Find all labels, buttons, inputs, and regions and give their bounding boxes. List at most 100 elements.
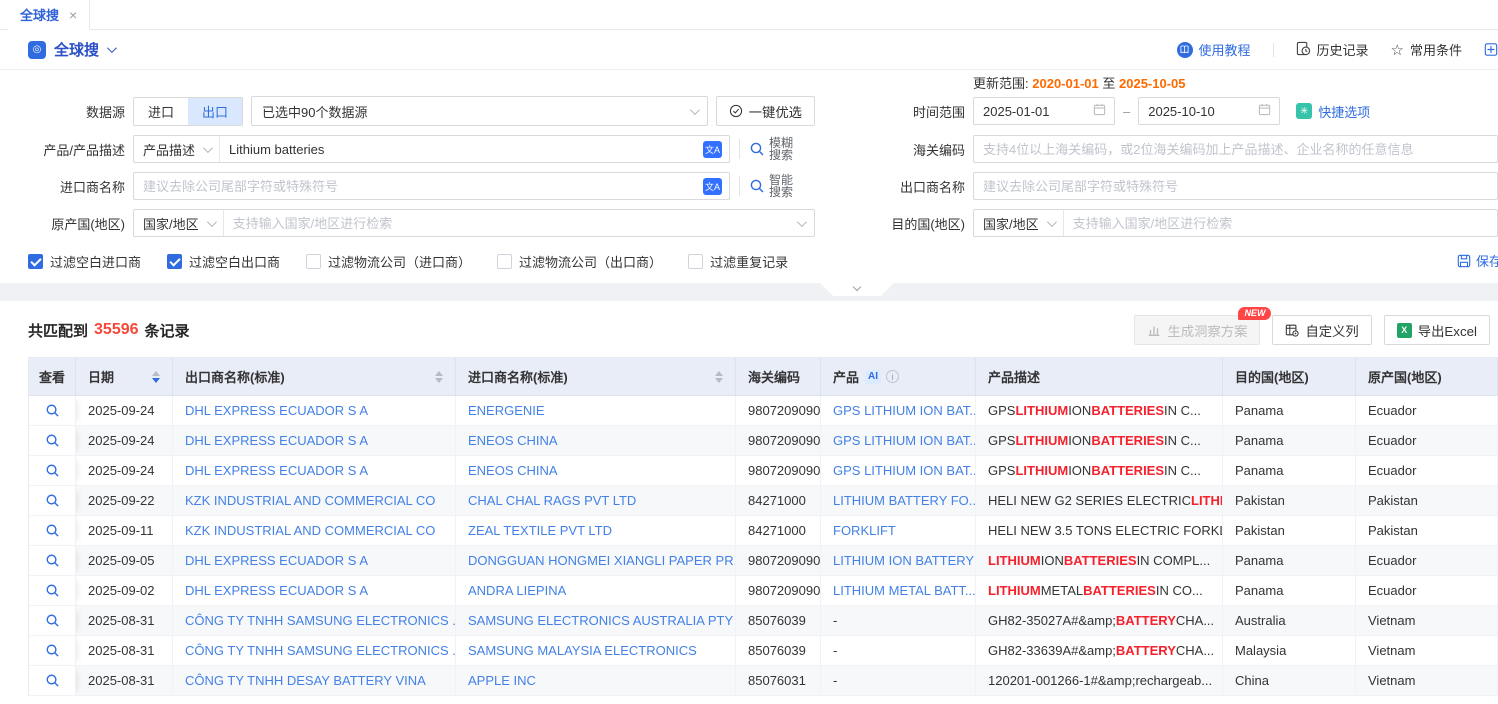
col-date[interactable]: 日期: [76, 358, 173, 396]
importer-link[interactable]: ZEAL TEXTILE PVT LTD: [456, 516, 736, 546]
data-source-dropdown[interactable]: 已选中90个数据源: [252, 97, 707, 125]
filter-checkbox[interactable]: 过滤物流公司（进口商）: [306, 252, 471, 271]
product-link[interactable]: -: [821, 636, 976, 666]
importer-link[interactable]: SAMSUNG ELECTRONICS AUSTRALIA PTY: [456, 606, 736, 636]
divider: [1273, 43, 1274, 57]
checkbox-icon[interactable]: [28, 254, 43, 269]
view-record-button[interactable]: [29, 516, 76, 546]
chevron-down-icon: [797, 217, 807, 227]
quick-options-button[interactable]: ✳ 快捷选项: [1296, 102, 1370, 121]
close-icon[interactable]: ×: [69, 7, 77, 23]
filter-checkbox[interactable]: 过滤重复记录: [688, 252, 788, 271]
product-link[interactable]: GPS LITHIUM ION BAT...: [821, 456, 976, 486]
importer-link[interactable]: APPLE INC: [456, 666, 736, 696]
checkbox-icon[interactable]: [688, 254, 703, 269]
product-link[interactable]: -: [821, 666, 976, 696]
filter-checkbox[interactable]: 过滤空白出口商: [167, 252, 280, 271]
importer-link[interactable]: SAMSUNG MALAYSIA ELECTRONICS: [456, 636, 736, 666]
product-link[interactable]: LITHIUM METAL BATT...: [821, 576, 976, 606]
view-record-button[interactable]: [29, 426, 76, 456]
product-link[interactable]: LITHIUM ION BATTERY: [821, 546, 976, 576]
history-button[interactable]: 历史记录: [1296, 40, 1369, 59]
exporter-input[interactable]: [974, 173, 1497, 199]
origin-cell: Ecuador: [1356, 456, 1498, 486]
hs-code-input[interactable]: [974, 136, 1497, 162]
view-record-button[interactable]: [29, 396, 76, 426]
tab-global-search[interactable]: 全球搜 ×: [8, 0, 90, 30]
origin-type-select[interactable]: 国家/地区: [134, 210, 224, 236]
exporter-link[interactable]: CÔNG TY TNHH SAMSUNG ELECTRONICS ...: [173, 636, 456, 666]
product-label: 产品/产品描述: [0, 140, 133, 159]
date-to-field[interactable]: [1138, 97, 1280, 125]
translate-icon[interactable]: 文A: [703, 141, 722, 158]
one-click-optimize-button[interactable]: 一键优选: [716, 96, 815, 126]
importer-link[interactable]: CHAL CHAL RAGS PVT LTD: [456, 486, 736, 516]
view-record-button[interactable]: [29, 636, 76, 666]
product-link[interactable]: -: [821, 606, 976, 636]
collapse-form-button[interactable]: [820, 283, 894, 296]
importer-link[interactable]: DONGGUAN HONGMEI XIANGLI PAPER PR...: [456, 546, 736, 576]
translate-icon[interactable]: 文A: [703, 178, 722, 195]
col-exporter[interactable]: 出口商名称(标准): [173, 358, 456, 396]
info-icon[interactable]: i: [886, 370, 899, 383]
origin-cell: Ecuador: [1356, 396, 1498, 426]
exporter-link[interactable]: CÔNG TY TNHH DESAY BATTERY VINA: [173, 666, 456, 696]
product-link[interactable]: GPS LITHIUM ION BAT...: [821, 426, 976, 456]
product-link[interactable]: FORKLIFT: [821, 516, 976, 546]
export-toggle[interactable]: 出口: [188, 98, 242, 125]
exporter-link[interactable]: KZK INDUSTRIAL AND COMMERCIAL CO: [173, 486, 456, 516]
tutorial-button[interactable]: 使用教程: [1177, 40, 1251, 59]
view-record-button[interactable]: [29, 456, 76, 486]
checkbox-icon[interactable]: [306, 254, 321, 269]
exporter-link[interactable]: DHL EXPRESS ECUADOR S A: [173, 396, 456, 426]
exporter-link[interactable]: DHL EXPRESS ECUADOR S A: [173, 576, 456, 606]
view-record-button[interactable]: [29, 666, 76, 696]
date-to-input[interactable]: [1139, 98, 1258, 124]
view-record-button[interactable]: [29, 576, 76, 606]
destination-country-input[interactable]: [1064, 210, 1497, 236]
importer-label: 进口商名称: [0, 177, 133, 196]
date-from-field[interactable]: [973, 97, 1115, 125]
exporter-link[interactable]: DHL EXPRESS ECUADOR S A: [173, 546, 456, 576]
view-record-button[interactable]: [29, 486, 76, 516]
importer-link[interactable]: ANDRA LIEPINA: [456, 576, 736, 606]
export-excel-button[interactable]: X 导出Excel: [1384, 315, 1490, 345]
product-link[interactable]: LITHIUM BATTERY FO...: [821, 486, 976, 516]
import-toggle[interactable]: 进口: [134, 98, 188, 125]
product-link[interactable]: GPS LITHIUM ION BAT...: [821, 396, 976, 426]
col-importer[interactable]: 进口商名称(标准): [456, 358, 736, 396]
destination-type-select[interactable]: 国家/地区: [974, 210, 1064, 236]
table-row: 2025-08-31 CÔNG TY TNHH DESAY BATTERY VI…: [29, 666, 1498, 696]
product-input[interactable]: [220, 136, 703, 162]
checkbox-icon[interactable]: [497, 254, 512, 269]
fuzzy-search-button[interactable]: 模糊搜索: [739, 137, 815, 161]
exporter-label: 出口商名称: [815, 177, 973, 196]
excel-icon: X: [1397, 323, 1412, 338]
generate-insight-button[interactable]: 生成洞察方案 NEW: [1134, 315, 1260, 345]
filter-row: 过滤空白进口商 过滤空白出口商 过滤物流公司（进口商） 过滤物流公司（出口商） …: [28, 251, 1498, 271]
importer-input[interactable]: [134, 173, 703, 199]
exporter-link[interactable]: KZK INDUSTRIAL AND COMMERCIAL CO: [173, 516, 456, 546]
view-record-button[interactable]: [29, 546, 76, 576]
exporter-link[interactable]: DHL EXPRESS ECUADOR S A: [173, 426, 456, 456]
view-record-button[interactable]: [29, 606, 76, 636]
smart-search-button[interactable]: 智能搜索: [739, 174, 815, 198]
date-from-input[interactable]: [974, 98, 1093, 124]
clipped-menu-item[interactable]: [1484, 42, 1498, 57]
exporter-link[interactable]: DHL EXPRESS ECUADOR S A: [173, 456, 456, 486]
origin-country-input[interactable]: [224, 210, 795, 236]
checkbox-icon[interactable]: [167, 254, 182, 269]
data-source-label: 数据源: [0, 102, 133, 121]
exporter-link[interactable]: CÔNG TY TNHH SAMSUNG ELECTRONICS ...: [173, 606, 456, 636]
importer-link[interactable]: ENERGENIE: [456, 396, 736, 426]
chevron-down-icon[interactable]: [107, 43, 117, 53]
filter-checkbox[interactable]: 过滤空白进口商: [28, 252, 141, 271]
saved-conditions-button[interactable]: ☆ 常用条件: [1391, 40, 1462, 59]
importer-link[interactable]: ENEOS CHINA: [456, 456, 736, 486]
filter-checkbox[interactable]: 过滤物流公司（出口商）: [497, 252, 662, 271]
quick-options-icon: ✳: [1296, 103, 1312, 119]
save-condition-button[interactable]: 保存: [1457, 251, 1498, 270]
product-type-select[interactable]: 产品描述: [134, 136, 220, 162]
customize-columns-button[interactable]: 自定义列: [1272, 315, 1371, 345]
importer-link[interactable]: ENEOS CHINA: [456, 426, 736, 456]
